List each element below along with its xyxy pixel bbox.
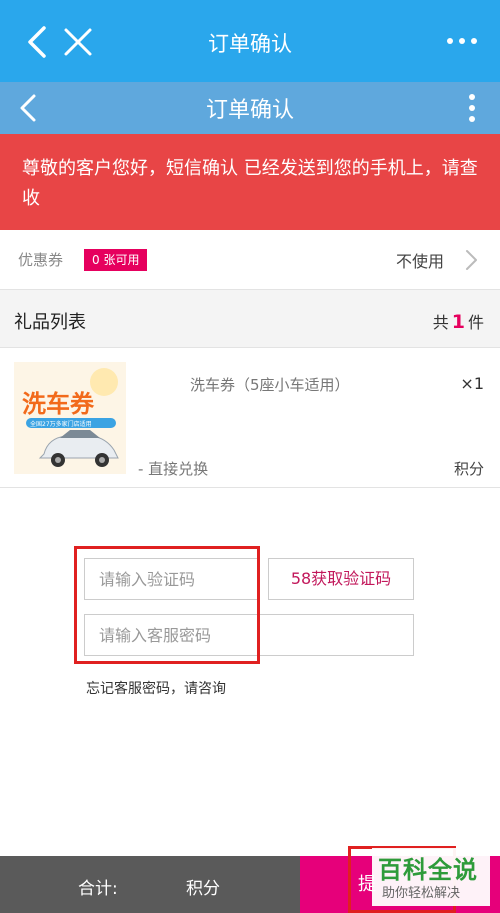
gift-count-prefix: 共	[432, 313, 449, 332]
total-value: 积分	[186, 879, 220, 899]
gift-count-suffix: 件	[467, 313, 484, 332]
product-name: 洗车券（5座小车适用）	[190, 376, 350, 394]
coupon-row[interactable]: 优惠券 0 张可用 不使用	[0, 230, 500, 290]
get-code-button[interactable]: 58获取验证码	[268, 558, 414, 600]
gift-count: 共1件	[433, 309, 484, 333]
gift-count-number: 1	[451, 311, 465, 333]
watermark-line1: 百科全说	[378, 856, 478, 884]
coupon-value: 不使用	[395, 252, 444, 271]
coupon-label: 优惠券	[18, 251, 64, 269]
sms-notice-banner: 尊敬的客户您好，短信确认 已经发送到您的手机上，请查收	[0, 134, 500, 230]
app-title: 订单确认	[208, 32, 292, 56]
total-label: 合计:	[78, 879, 118, 899]
exchange-method: - 直接兑换	[138, 460, 209, 478]
more-horizontal-icon[interactable]	[442, 26, 482, 56]
annotation-highlight-box	[74, 546, 260, 664]
gift-item[interactable]: 洗车券 全国27万多家门店适用 洗车券（5座小车适用） ×1 - 直接兑换 积分	[0, 348, 500, 488]
thumb-subtitle: 全国27万多家门店适用	[30, 420, 92, 428]
product-thumbnail: 洗车券 全国27万多家门店适用	[14, 362, 126, 474]
app-top-bar: 订单确认	[0, 0, 500, 82]
gift-list-label: 礼品列表	[14, 312, 86, 333]
car-wash-coupon-image: 洗车券 全国27万多家门店适用	[14, 362, 126, 474]
coupon-available-badge: 0 张可用	[84, 249, 148, 271]
forgot-password-text[interactable]: 忘记客服密码，请咨询	[86, 678, 226, 698]
product-points: 积分	[453, 460, 484, 478]
verification-form: 58获取验证码 忘记客服密码，请咨询	[0, 488, 500, 856]
page-title: 订单确认	[205, 98, 294, 123]
watermark-line2: 助你轻松解决	[382, 886, 461, 901]
more-vertical-icon[interactable]	[462, 92, 482, 124]
thumb-title: 洗车券	[22, 390, 95, 418]
product-quantity: ×1	[460, 374, 484, 393]
watermark-logo: 百科全说 助你轻松解决	[372, 848, 490, 906]
gift-list-header: 礼品列表 共1件	[0, 290, 500, 348]
page-header: 订单确认	[0, 82, 500, 134]
chevron-right-icon	[466, 250, 477, 270]
